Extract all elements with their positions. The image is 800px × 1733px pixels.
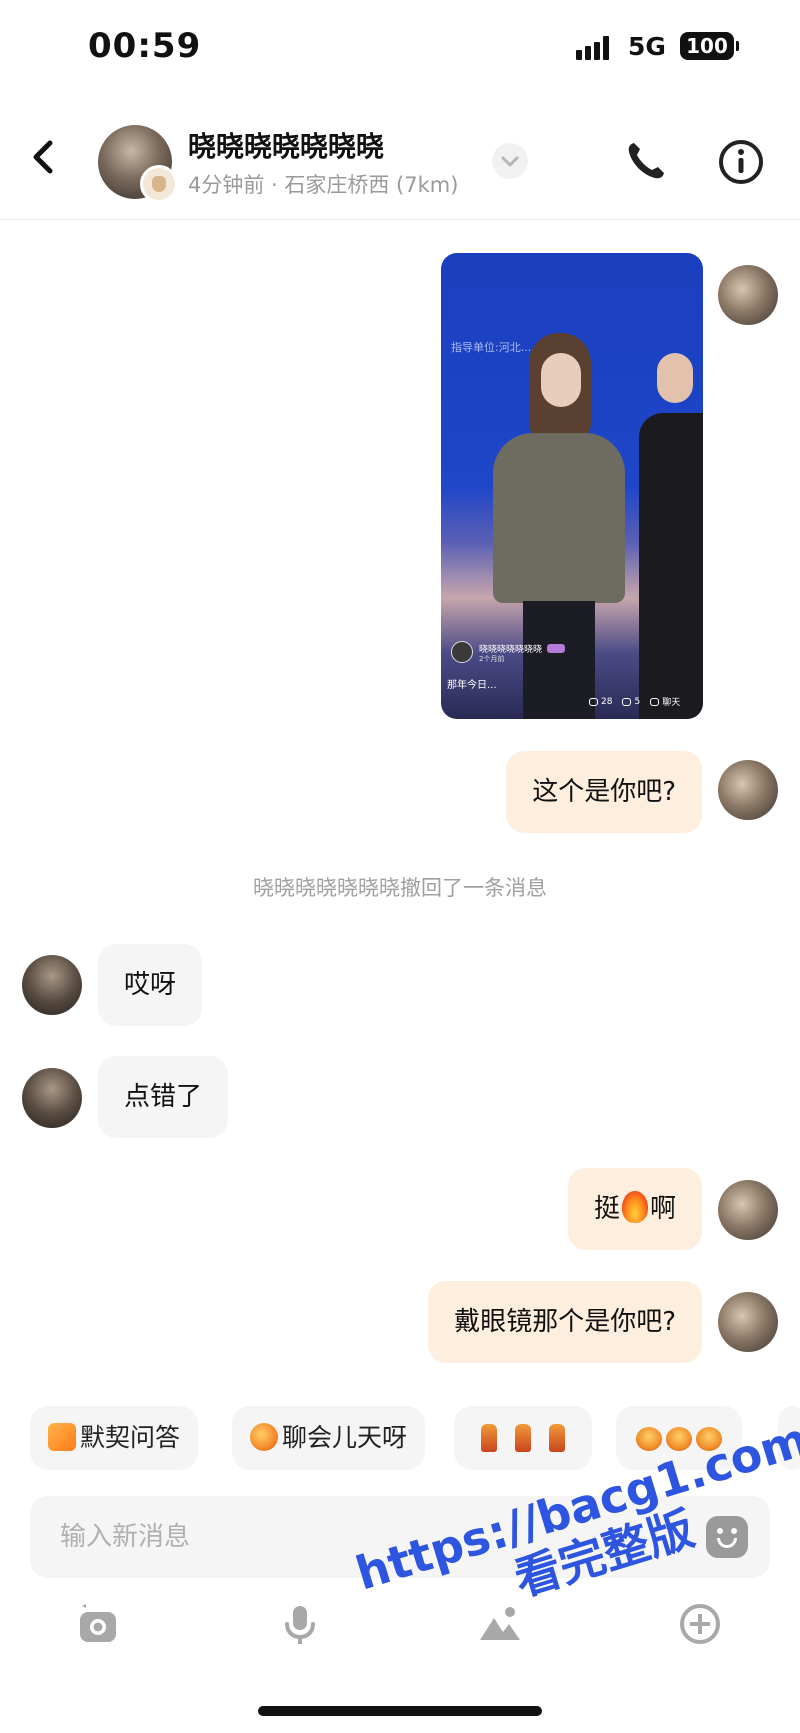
phone-icon	[628, 143, 664, 179]
post-chat: 聊天	[650, 695, 680, 708]
post-tag-badge	[547, 644, 565, 653]
battery-tip	[736, 41, 739, 51]
signal-icon	[576, 36, 616, 60]
post-caption: 那年今日...	[447, 680, 497, 691]
voice-button[interactable]	[276, 1600, 324, 1648]
message-bubble-sent[interactable]: 挺啊	[567, 1168, 702, 1250]
bottle-emoji-icon	[549, 1424, 565, 1452]
chevron-down-icon	[501, 156, 519, 167]
post-time: 2个月前	[479, 655, 505, 663]
contact-avatar-small[interactable]	[22, 1068, 82, 1128]
post-author-avatar	[451, 641, 473, 663]
message-text: 啊	[649, 1194, 676, 1224]
contact-avatar-small[interactable]	[22, 955, 82, 1015]
chat-header: 晓晓晓晓晓晓晓 4分钟前 · 石家庄桥西 (7km)	[0, 95, 800, 220]
cheer-emoji-icon	[636, 1427, 662, 1451]
status-time: 00:59	[88, 26, 202, 66]
battery-icon: 100	[680, 32, 734, 60]
my-avatar[interactable]	[718, 265, 778, 325]
quick-reply-chat[interactable]: 聊会儿天呀	[232, 1406, 426, 1470]
contact-name[interactable]: 晓晓晓晓晓晓晓	[188, 125, 384, 165]
quick-reply-quiz[interactable]: 默契问答	[30, 1406, 199, 1470]
chat-bubble-icon	[250, 1423, 278, 1451]
microphone-icon	[285, 1606, 315, 1644]
photo-person-woman	[493, 333, 625, 719]
quick-reply-bottles[interactable]	[454, 1406, 592, 1470]
message-bubble-received[interactable]: 点错了	[98, 1056, 229, 1138]
message-bubble-sent[interactable]: 戴眼镜那个是你吧?	[428, 1281, 702, 1363]
fire-emoji-icon	[621, 1191, 648, 1223]
recall-notice: 晓晓晓晓晓晓晓撤回了一条消息	[253, 876, 547, 900]
my-avatar[interactable]	[718, 1180, 778, 1240]
share-icon	[622, 697, 632, 706]
avatar-badge-icon	[140, 165, 178, 203]
message-bubble-sent[interactable]: 这个是你吧?	[506, 751, 702, 833]
post-stats: 28 5 聊天	[589, 695, 680, 708]
camera-button[interactable]	[74, 1600, 122, 1648]
camera-icon	[80, 1604, 116, 1642]
back-button[interactable]	[22, 127, 62, 187]
bottle-emoji-icon	[481, 1424, 497, 1452]
chevron-left-icon	[33, 140, 53, 174]
status-bar: 00:59 5G 100	[0, 0, 800, 95]
expand-button[interactable]	[492, 143, 528, 179]
bottle-emoji-icon	[515, 1424, 531, 1452]
contact-status: 4分钟前 · 石家庄桥西 (7km)	[188, 173, 459, 197]
message-bubble-received[interactable]: 哎呀	[98, 944, 203, 1026]
heart-icon	[589, 697, 598, 706]
pencil-icon	[48, 1423, 76, 1451]
message-text: 挺	[593, 1194, 620, 1224]
plus-icon	[680, 1604, 720, 1644]
call-button[interactable]	[622, 137, 670, 185]
shared-post-card[interactable]: 指导单位:河北... 晓晓晓晓晓晓晓 2个月前 那年今日... 28 5 聊天	[441, 253, 703, 719]
comment-icon	[650, 697, 660, 706]
post-shares: 5	[622, 697, 640, 707]
more-button[interactable]	[676, 1600, 724, 1648]
photo-person-man	[639, 333, 703, 719]
my-avatar[interactable]	[718, 1292, 778, 1352]
my-avatar[interactable]	[718, 760, 778, 820]
info-icon	[719, 140, 763, 184]
home-indicator[interactable]	[258, 1706, 542, 1716]
info-button[interactable]	[716, 137, 766, 187]
post-likes: 28	[589, 697, 612, 707]
network-type: 5G	[628, 32, 666, 61]
